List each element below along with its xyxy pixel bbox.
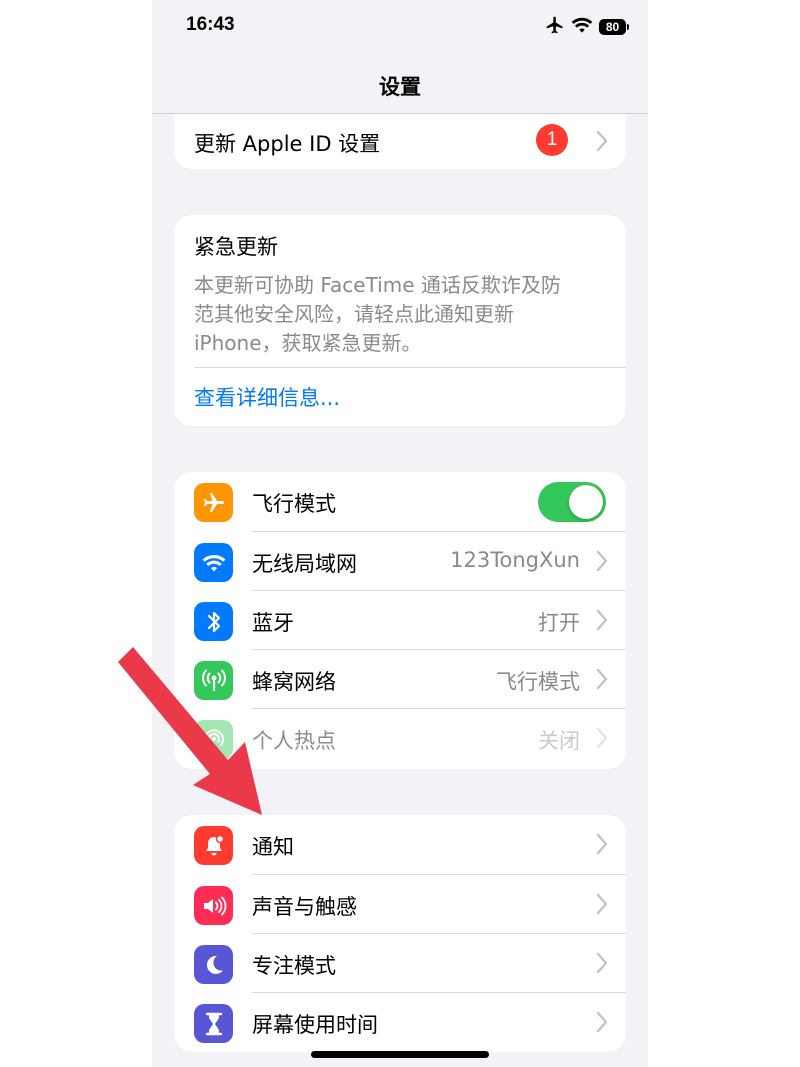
notifications-row[interactable]: 通知: [174, 815, 626, 874]
bluetooth-label: 蓝牙: [252, 611, 294, 635]
screen-time-label: 屏幕使用时间: [252, 1013, 378, 1037]
status-icons: 80: [545, 15, 629, 39]
wifi-value: 123TongXun: [450, 548, 580, 572]
urgent-update-card[interactable]: 紧急更新 本更新可协助 FaceTime 通话反欺诈及防 范其他安全风险，请轻点…: [174, 215, 626, 426]
connectivity-card: 飞行模式 无线局域网 123TongXun 蓝牙 打开 蜂窝网络 飞行模式 个人…: [174, 472, 626, 769]
personal-hotspot-row[interactable]: 个人热点 关闭: [174, 709, 626, 768]
moon-icon: [194, 945, 233, 984]
navigation-bar: 设置: [152, 60, 648, 114]
personal-hotspot-value: 关闭: [538, 729, 580, 753]
wifi-icon: [571, 16, 593, 38]
chevron-right-icon: [596, 1011, 608, 1033]
wifi-label: 无线局域网: [252, 552, 357, 576]
notifications-label: 通知: [252, 835, 294, 859]
personal-hotspot-label: 个人热点: [252, 729, 336, 753]
hourglass-icon: [194, 1004, 233, 1043]
apple-id-update-row[interactable]: 更新 Apple ID 设置 1: [174, 112, 626, 169]
sounds-haptics-row[interactable]: 声音与触感: [174, 875, 626, 934]
chevron-right-icon: [596, 550, 608, 572]
cellular-value: 飞行模式: [496, 670, 580, 694]
airplane-mode-toggle[interactable]: [538, 482, 606, 522]
urgent-update-title: 紧急更新: [194, 235, 278, 259]
apple-id-update-label: 更新 Apple ID 设置: [194, 132, 381, 156]
airplane-icon: [545, 15, 565, 39]
chevron-right-icon: [596, 833, 608, 855]
notification-badge: 1: [536, 124, 568, 156]
airplane-icon: [194, 483, 233, 522]
urgent-update-body-line: 本更新可协助 FaceTime 通话反欺诈及防: [194, 273, 561, 297]
chevron-right-icon: [596, 130, 608, 152]
view-details-link[interactable]: 查看详细信息...: [194, 382, 340, 412]
airplane-mode-label: 飞行模式: [252, 492, 336, 516]
airplane-mode-row[interactable]: 飞行模式: [174, 472, 626, 531]
chevron-right-icon: [596, 668, 608, 690]
divider: [194, 367, 626, 368]
settings-screen: 16:43 80 设置 更新 Apple ID 设置 1 紧急更新 本更新可协助…: [152, 0, 648, 1067]
notification-bell-icon: [194, 826, 233, 865]
wifi-icon: [194, 543, 233, 582]
home-indicator[interactable]: [311, 1051, 489, 1058]
bluetooth-row[interactable]: 蓝牙 打开: [174, 591, 626, 650]
urgent-update-body-line: iPhone，获取紧急更新。: [194, 331, 422, 355]
bluetooth-icon: [194, 602, 233, 641]
hotspot-icon: [194, 720, 233, 759]
focus-label: 专注模式: [252, 954, 336, 978]
chevron-right-icon: [596, 952, 608, 974]
toggle-knob: [569, 485, 603, 519]
chevron-right-icon: [596, 609, 608, 631]
cellular-label: 蜂窝网络: [252, 670, 336, 694]
cellular-icon: [194, 661, 233, 700]
bluetooth-value: 打开: [538, 611, 580, 635]
status-time: 16:43: [186, 14, 235, 35]
wifi-row[interactable]: 无线局域网 123TongXun: [174, 532, 626, 591]
page-title: 设置: [379, 75, 421, 99]
status-bar: 16:43 80: [152, 0, 648, 60]
battery-icon: 80: [599, 19, 629, 35]
screen-time-row[interactable]: 屏幕使用时间: [174, 993, 626, 1052]
chevron-right-icon: [596, 727, 608, 749]
chevron-right-icon: [596, 893, 608, 915]
speaker-icon: [194, 886, 233, 925]
general-settings-card: 通知 声音与触感 专注模式 屏幕使用时间: [174, 815, 626, 1052]
sounds-haptics-label: 声音与触感: [252, 895, 357, 919]
urgent-update-body-line: 范其他安全风险，请轻点此通知更新: [194, 302, 514, 326]
focus-row[interactable]: 专注模式: [174, 934, 626, 993]
cellular-row[interactable]: 蜂窝网络 飞行模式: [174, 650, 626, 709]
